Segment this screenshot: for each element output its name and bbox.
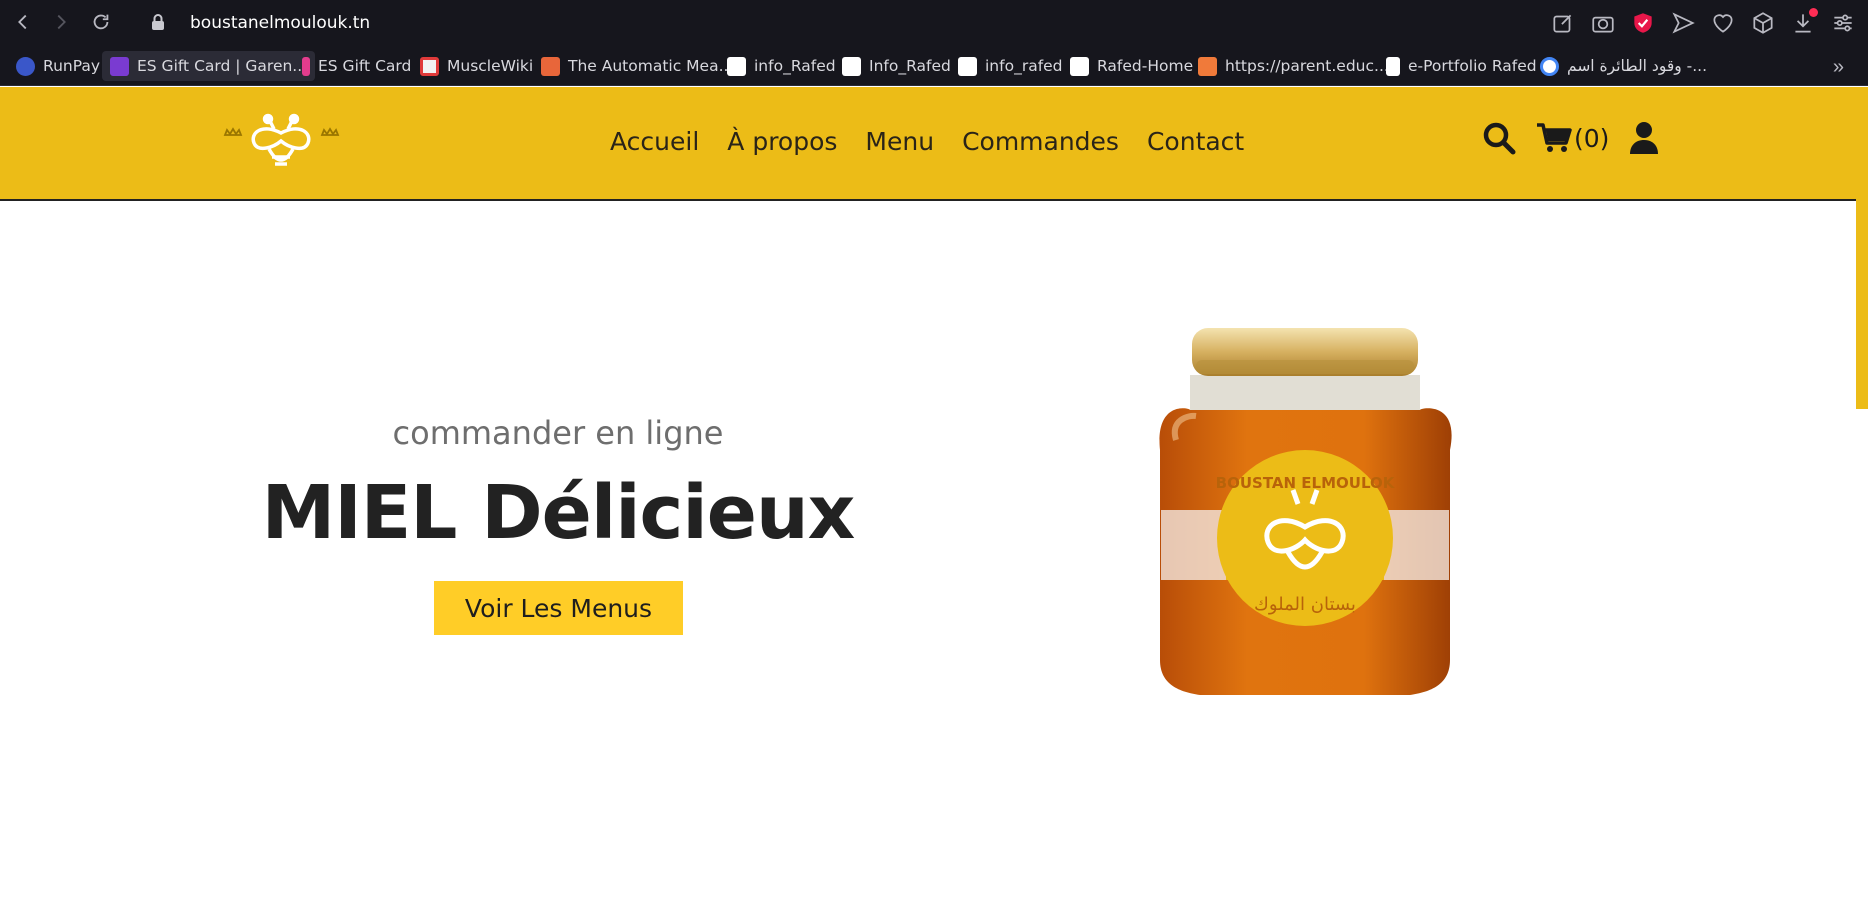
nav-contact[interactable]: Contact [1147, 127, 1244, 156]
bookmark-parent-educ[interactable]: https://parent.educ... [1190, 51, 1397, 81]
bookmark-es-gift-card[interactable]: ES Gift Card [294, 51, 419, 81]
bookmark-automatic-meal[interactable]: The Automatic Mea... [533, 51, 741, 81]
bookmark-label: e-Portfolio Rafed [1408, 57, 1537, 75]
settings-sliders-icon[interactable] [1830, 10, 1856, 36]
jar-label-top: BOUSTAN ELMOULOK [1216, 474, 1396, 492]
rafed-favicon [727, 56, 746, 76]
shield-icon[interactable] [1630, 10, 1656, 36]
address-bar[interactable]: boustanelmoulouk.tn [190, 13, 370, 33]
bookmark-label: info_rafed [985, 57, 1063, 75]
bookmark-label: The Automatic Mea... [568, 57, 734, 75]
rafed-favicon [842, 56, 861, 76]
es-favicon [302, 56, 310, 76]
bookmark-label: MuscleWiki [447, 57, 534, 75]
bookmark-es-gift-card-garena[interactable]: ES Gift Card | Garen... [102, 51, 316, 81]
jar-label-bottom: بستان الملوك [1254, 594, 1356, 615]
bookmark-label: https://parent.educ... [1225, 57, 1389, 75]
edit-icon[interactable] [1550, 10, 1576, 36]
bookmark-label: Rafed-Home [1097, 57, 1194, 75]
view-menus-button[interactable]: Voir Les Menus [434, 581, 683, 635]
forward-icon[interactable] [50, 11, 72, 33]
reload-icon[interactable] [90, 11, 112, 33]
bookmark-label: RunPay [43, 57, 101, 75]
bookmark-info-rafed-1[interactable]: info_Rafed [719, 51, 844, 81]
bookmark-label: ES Gift Card [318, 57, 412, 75]
bookmark-google-arabic[interactable]: وقود الطائرة اسم -... [1532, 51, 1715, 81]
hero-subtitle: commander en ligne [392, 414, 724, 452]
musclewiki-favicon [420, 56, 439, 76]
bookmark-runpay[interactable]: RunPay [8, 51, 108, 81]
bookmark-info-rafed-2[interactable]: Info_Rafed [834, 51, 959, 81]
runpay-favicon [16, 56, 35, 76]
page-scrollbar[interactable] [1856, 87, 1868, 409]
browser-toolbar: boustanelmoulouk.tn [0, 0, 1868, 46]
nav-commandes[interactable]: Commandes [962, 127, 1119, 156]
bookmark-label: ES Gift Card | Garen... [137, 57, 308, 75]
automatic-meal-favicon [541, 56, 560, 76]
main-nav: Accueil À propos Menu Commandes Contact [610, 127, 1244, 156]
user-icon[interactable] [1629, 121, 1659, 155]
cube-icon[interactable] [1750, 10, 1776, 36]
bookmark-rafed-home[interactable]: Rafed-Home [1062, 51, 1201, 81]
bookmarks-overflow-icon[interactable]: » [1833, 56, 1844, 79]
cart-icon [1537, 123, 1572, 152]
notification-dot [1809, 8, 1818, 17]
nav-menu[interactable]: Menu [865, 127, 934, 156]
lock-icon[interactable] [150, 13, 166, 31]
search-icon[interactable] [1482, 121, 1516, 155]
back-icon[interactable] [12, 11, 34, 33]
es-favicon [110, 56, 129, 76]
site-header: Accueil À propos Menu Commandes Contact … [0, 87, 1856, 201]
bookmark-label: Info_Rafed [869, 57, 951, 75]
educ-favicon [1198, 56, 1217, 76]
send-icon[interactable] [1670, 10, 1696, 36]
cart-count: (0) [1574, 123, 1610, 153]
heart-icon[interactable] [1710, 10, 1736, 36]
rafed-favicon [958, 56, 977, 76]
download-icon[interactable] [1790, 8, 1818, 36]
bee-logo-icon[interactable] [222, 109, 340, 175]
nav-accueil[interactable]: Accueil [610, 127, 699, 156]
hero-title: MIEL Délicieux [261, 470, 856, 556]
header-actions: (0) [1482, 121, 1659, 155]
bookmark-label: info_Rafed [754, 57, 836, 75]
bookmark-eportfolio-rafed[interactable]: e-Portfolio Rafed [1378, 51, 1545, 81]
nav-a-propos[interactable]: À propos [727, 127, 837, 156]
camera-icon[interactable] [1590, 10, 1616, 36]
bookmarks-bar: RunPay ES Gift Card | Garen... ES Gift C… [0, 46, 1868, 86]
google-favicon [1540, 56, 1559, 76]
cart-button[interactable]: (0) [1536, 122, 1609, 154]
document-icon [1386, 56, 1400, 76]
rafed-favicon [1070, 56, 1089, 76]
bookmark-musclewiki[interactable]: MuscleWiki [412, 51, 541, 81]
honey-jar-image: BOUSTAN ELMOULOK بستان الملوك [1159, 328, 1452, 695]
bookmark-info-rafed-3[interactable]: info_rafed [950, 51, 1071, 81]
browser-tools [1550, 8, 1856, 36]
bookmark-label: وقود الطائرة اسم -... [1567, 57, 1708, 75]
